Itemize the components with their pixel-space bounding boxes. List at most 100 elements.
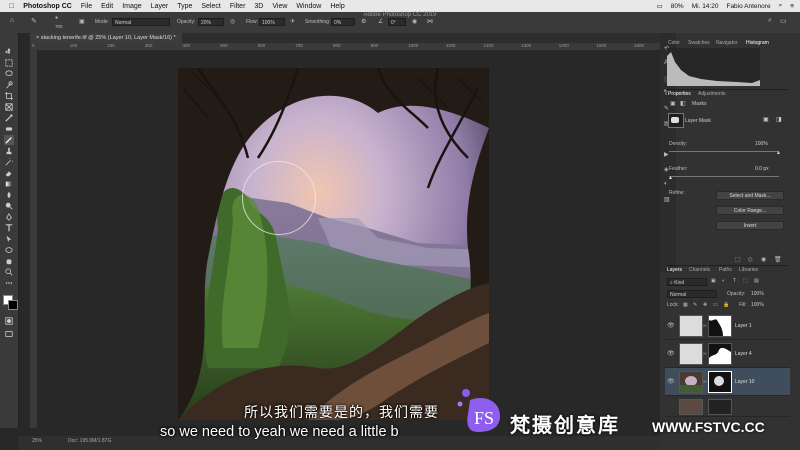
shape-tool-icon[interactable] [4,245,14,255]
menu-edit[interactable]: Edit [101,3,113,10]
brush-settings-icon[interactable]: ▣ [79,18,85,25]
menu-select[interactable]: Select [201,3,220,10]
battery-icon[interactable]: ▭ [657,2,663,10]
dodge-tool-icon[interactable] [4,201,14,211]
layer-row-layer-1[interactable]: 👁 ∞ Layer 1 [665,312,790,340]
actions-panel-icon[interactable]: ▶ [664,151,669,158]
layer-mask-thumbnail[interactable] [708,399,732,415]
smoothing-field[interactable]: 0% [331,18,355,26]
blur-tool-icon[interactable] [4,190,14,200]
menu-type[interactable]: Type [177,3,192,10]
vector-mask-icon[interactable]: ◧ [680,100,686,107]
layer-mask-thumbnail[interactable] [708,371,732,393]
filter-pixel-icon[interactable]: ▣ [711,278,716,284]
layer-row-layer-10[interactable]: 👁 ∞ Layer 10 [665,368,790,396]
tab-navigator[interactable]: Navigator [716,40,737,46]
pressure-opacity-icon[interactable]: ◎ [230,18,235,25]
frame-tool-icon[interactable] [4,102,14,112]
filter-kind-select[interactable]: ⌕ Kind [667,278,707,286]
visibility-icon[interactable]: ◉ [761,256,766,263]
menu-file[interactable]: File [81,3,92,10]
lock-pixels-icon[interactable]: ▦ [683,302,688,308]
history-brush-tool-icon[interactable] [4,157,14,167]
color-range-button[interactable]: Color Range... [716,206,784,215]
quick-mask-icon[interactable] [4,316,14,326]
link-icon[interactable]: ∞ [703,379,707,385]
gradient-tool-icon[interactable] [4,179,14,189]
select-mask-icon[interactable]: ▣ [763,116,769,123]
eye-icon[interactable]: 👁 [667,322,675,329]
tab-adjustments[interactable]: Adjustments [698,91,726,97]
zoom-tool-icon[interactable] [4,267,14,277]
layer-mask-thumbnail[interactable] [668,113,684,128]
delete-mask-icon[interactable]: 🗑 [774,256,782,263]
filter-type-icon[interactable]: T [733,278,736,284]
invert-button[interactable]: Invert [716,221,784,230]
layer-row-partial[interactable] [665,396,790,417]
brush-tool-icon[interactable]: ✎ [31,17,37,25]
blend-mode-select[interactable]: Normal [667,290,717,298]
menu-list-icon[interactable]: ≡ [790,3,794,10]
lock-artboard-icon[interactable]: ▭ [713,302,718,308]
menu-3d[interactable]: 3D [254,3,263,10]
crop-tool-icon[interactable] [4,91,14,101]
tab-histogram[interactable]: Histogram [746,40,769,46]
document-tab[interactable]: × stacking tenerife.tif @ 25% (Layer 10,… [30,33,182,43]
menu-view[interactable]: View [272,3,287,10]
layer-name[interactable]: Layer 10 [735,379,754,385]
clock[interactable]: Mi. 14:20 [692,3,719,10]
lock-position-icon[interactable]: ✥ [703,302,707,308]
apply-mask-icon[interactable]: ◇ [748,256,753,263]
tab-libraries[interactable]: Libraries [739,267,758,273]
properties-panel-icon[interactable]: ◈ [664,166,669,173]
density-slider-handle[interactable]: ▲ [776,150,781,156]
quick-select-tool-icon[interactable] [4,80,14,90]
eraser-tool-icon[interactable] [4,168,14,178]
app-menu[interactable]: Photoshop CC [23,3,72,10]
hand-tool-icon[interactable] [4,256,14,266]
brush-preset-picker[interactable]: ● [55,15,58,21]
airbrush-icon[interactable]: ✈ [290,18,295,25]
tab-paths[interactable]: Paths [719,267,732,273]
vector-mask-add-icon[interactable]: ◨ [776,116,782,123]
paragraph-panel-icon[interactable]: ¶ [664,90,667,96]
brush-settings-panel-icon[interactable]: ✎ [664,105,669,112]
spotlight-search-icon[interactable]: ⌕ [779,2,783,10]
lock-paint-icon[interactable]: ✎ [693,302,697,308]
eyedropper-tool-icon[interactable] [4,113,14,123]
tab-layers[interactable]: Layers [667,267,682,273]
move-tool-icon[interactable] [4,47,14,57]
flow-field[interactable]: 100% [259,18,285,26]
background-color-swatch[interactable] [8,300,18,310]
pressure-size-icon[interactable]: ◉ [412,18,417,25]
density-value[interactable]: 100% [755,141,768,147]
brush-tool-icon[interactable] [4,135,14,145]
fill-value[interactable]: 100% [751,302,764,308]
document-image[interactable] [178,68,489,420]
workspace-icon[interactable]: ▭ [780,17,787,25]
feather-value[interactable]: 0.0 px [755,166,769,172]
more-tools-icon[interactable] [4,278,14,288]
layer-name[interactable]: Layer 1 [735,323,752,329]
pen-tool-icon[interactable] [4,212,14,222]
menu-layer[interactable]: Layer [151,3,169,10]
tab-swatches[interactable]: Swatches [688,40,710,46]
filter-adjustment-icon[interactable]: ◐ [722,278,725,284]
styles-panel-icon[interactable]: ▧ [664,196,670,203]
adjustments-panel-icon[interactable]: ◐ [664,181,668,187]
lock-all-icon[interactable]: 🔒 [723,302,729,308]
filter-shape-icon[interactable]: ⬚ [743,278,748,284]
filter-smartobject-icon[interactable]: ▤ [754,278,759,284]
tab-color[interactable]: Color [668,40,680,46]
symmetry-icon[interactable]: ⋈ [427,18,433,25]
tab-properties[interactable]: Properties [668,91,691,97]
eye-icon[interactable]: 👁 [667,378,675,385]
mode-select[interactable]: Normal [112,18,170,26]
menu-help[interactable]: Help [330,3,344,10]
tab-channels[interactable]: Channels [689,267,710,273]
healing-brush-tool-icon[interactable] [4,124,14,134]
layer-mask-thumbnail[interactable] [708,315,732,337]
zoom-level[interactable]: 25% [32,438,42,444]
density-slider[interactable] [669,151,779,152]
link-icon[interactable]: ∞ [703,323,707,329]
